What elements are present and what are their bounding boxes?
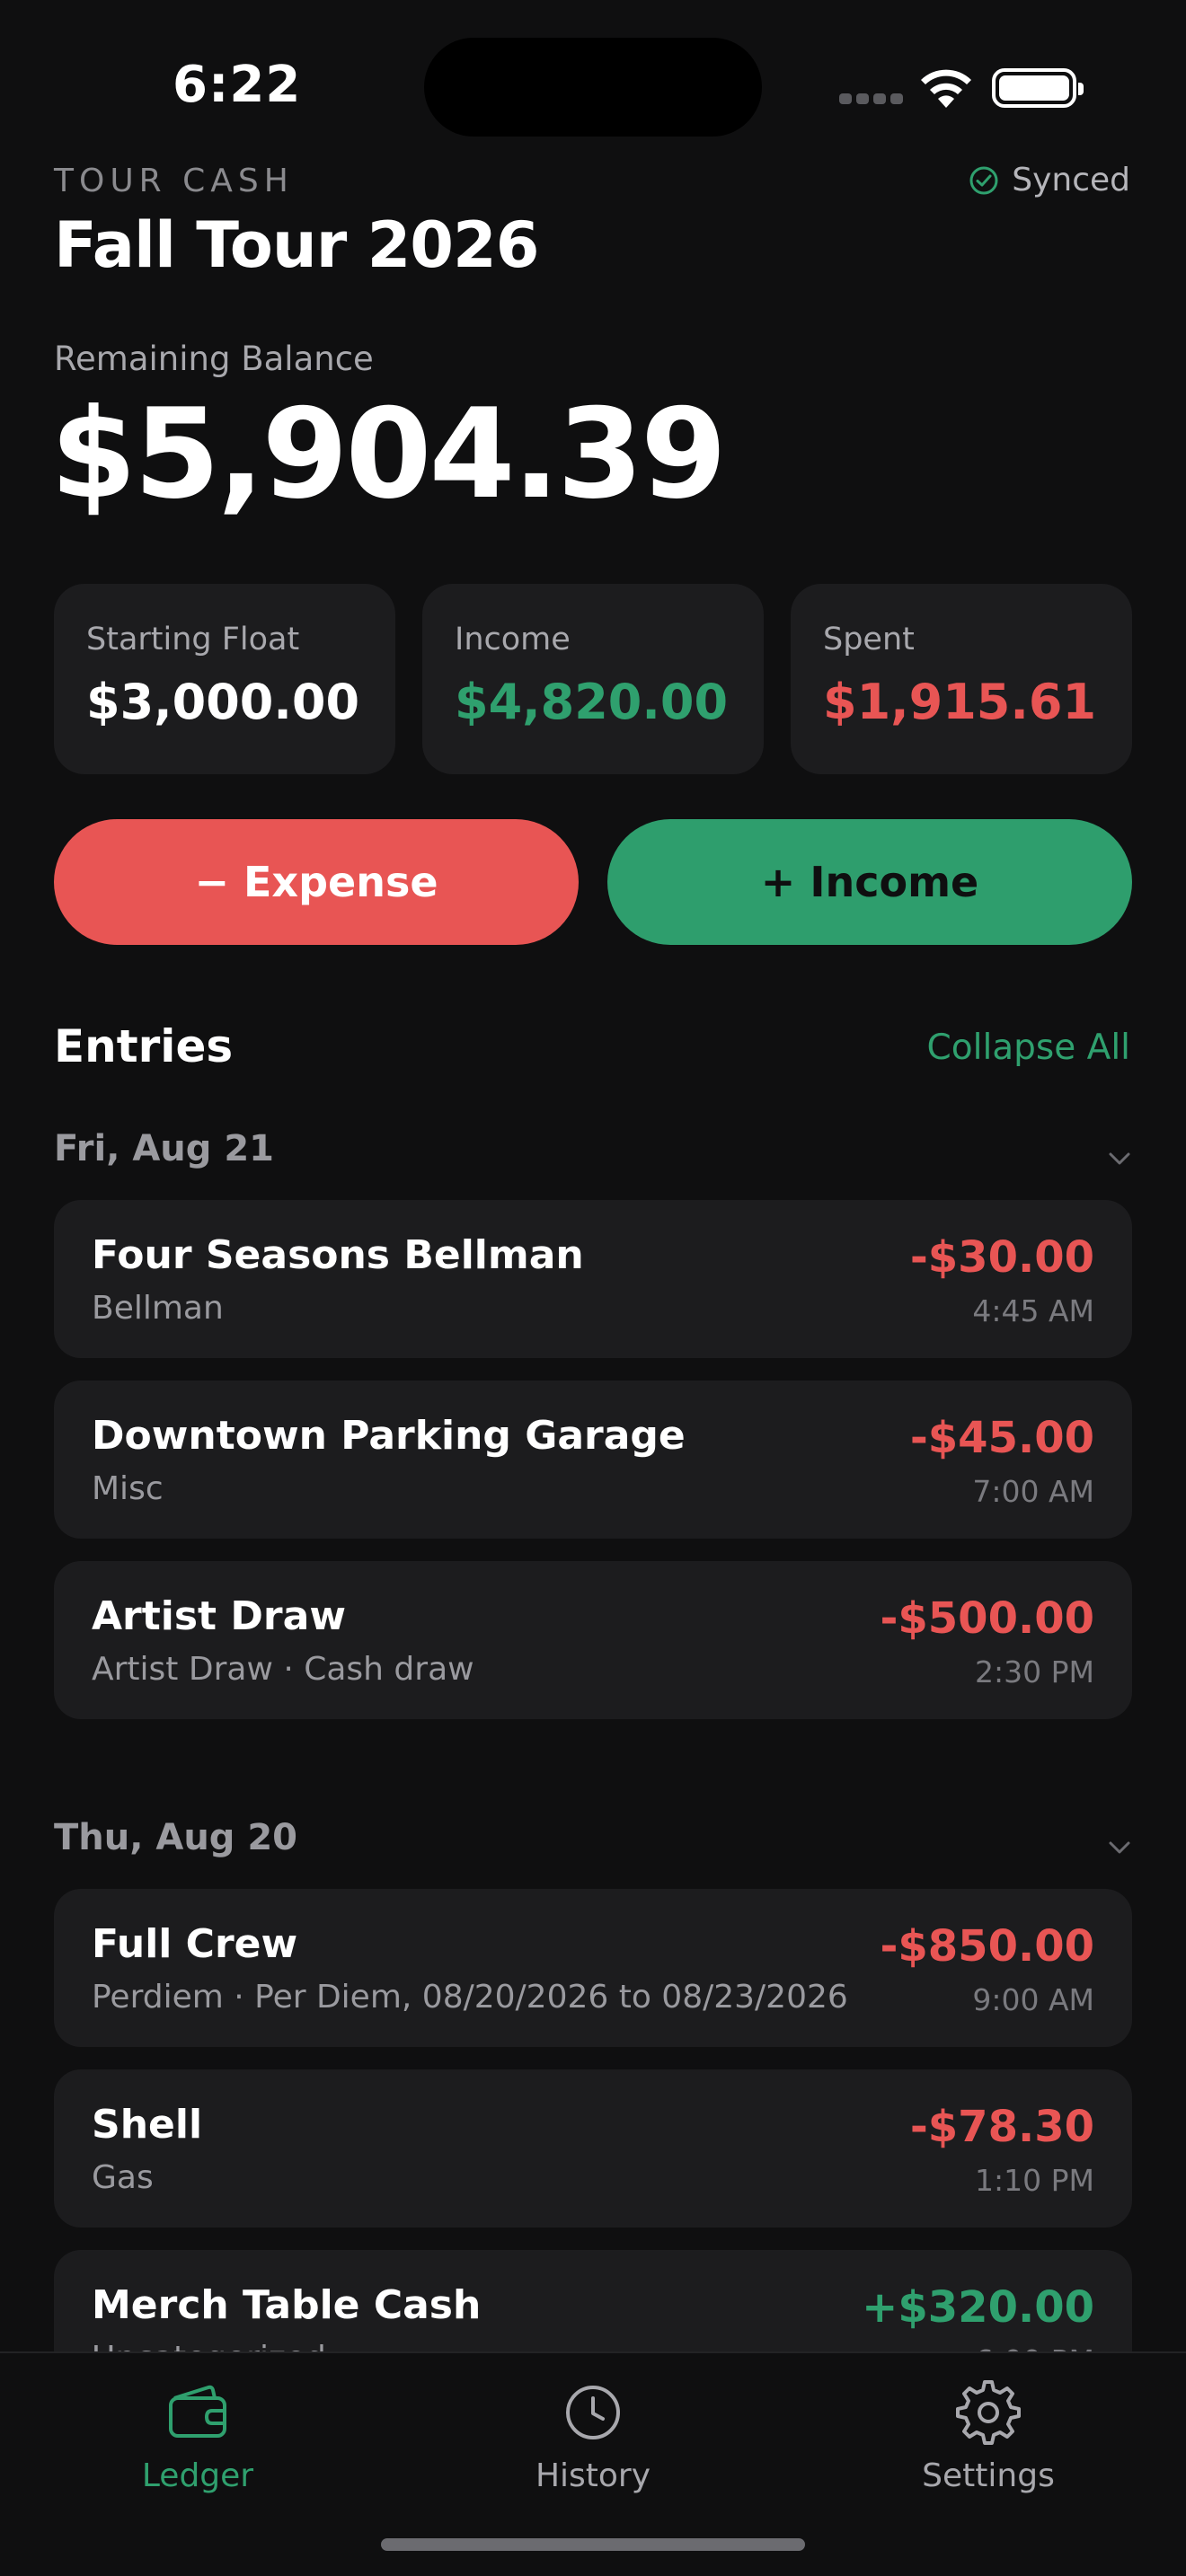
entry-time: 9:00 AM: [972, 1982, 1094, 2017]
tab-history[interactable]: History: [458, 2377, 728, 2494]
sync-status-label: Synced: [1012, 162, 1130, 198]
list-item[interactable]: Full Crew Perdiem · Per Diem, 08/20/2026…: [54, 1889, 1132, 2047]
gear-icon: [956, 2380, 1021, 2445]
battery-icon: [992, 68, 1084, 108]
tab-label: Settings: [922, 2457, 1055, 2494]
app-eyebrow: TOUR CASH: [54, 163, 294, 199]
chevron-down-icon[interactable]: [1107, 1839, 1132, 1857]
clock-icon: [566, 2386, 620, 2439]
chevron-down-icon[interactable]: [1107, 1150, 1132, 1168]
collapse-all-button[interactable]: Collapse All: [927, 1028, 1130, 1068]
group-header[interactable]: Thu, Aug 20: [54, 1803, 1132, 1889]
entry-time: 1:10 PM: [975, 2163, 1094, 2198]
entry-group: Fri, Aug 21 Four Seasons Bellman Bellman…: [0, 1114, 1186, 1719]
entry-title: Shell: [92, 2102, 203, 2148]
entry-subtitle: Perdiem · Per Diem, 08/20/2026 to 08/23/…: [92, 1979, 848, 2016]
list-item[interactable]: Four Seasons Bellman Bellman -$30.00 4:4…: [54, 1200, 1132, 1358]
status-bar: 6:22: [0, 0, 1186, 137]
entry-amount: -$850.00: [880, 1921, 1094, 1972]
tab-label: History: [535, 2457, 651, 2494]
tab-label: Ledger: [141, 2457, 254, 2494]
entry-subtitle: Uncategorized: [92, 2340, 326, 2351]
check-circle-icon: [969, 166, 998, 194]
list-item[interactable]: Shell Gas -$78.30 1:10 PM: [54, 2069, 1132, 2228]
stats-row: Starting Float $3,000.00 Income $4,820.0…: [54, 584, 1132, 774]
balance-label: Remaining Balance: [54, 340, 374, 378]
action-buttons: − Expense + Income: [54, 819, 1132, 945]
entry-title: Merch Table Cash: [92, 2282, 482, 2328]
tab-settings[interactable]: Settings: [854, 2377, 1123, 2494]
stat-label: Starting Float: [86, 622, 300, 657]
entry-time: 2:30 PM: [975, 1654, 1094, 1689]
entry-amount: -$30.00: [909, 1232, 1094, 1283]
dynamic-island: [424, 38, 762, 137]
stat-card-starting-float: Starting Float $3,000.00: [54, 584, 395, 774]
stat-card-income: Income $4,820.00: [422, 584, 764, 774]
tab-ledger[interactable]: Ledger: [63, 2377, 332, 2494]
entry-subtitle: Misc: [92, 1470, 164, 1507]
stat-label: Spent: [823, 622, 915, 657]
wifi-icon: [921, 69, 971, 108]
stat-card-spent: Spent $1,915.61: [791, 584, 1132, 774]
group-header[interactable]: Fri, Aug 21: [54, 1114, 1132, 1200]
group-date: Fri, Aug 21: [54, 1128, 274, 1169]
entry-subtitle: Artist Draw · Cash draw: [92, 1651, 474, 1688]
entry-time: 4:45 AM: [972, 1293, 1094, 1328]
entry-time: 7:00 AM: [972, 1474, 1094, 1509]
entry-title: Four Seasons Bellman: [92, 1232, 584, 1278]
entry-subtitle: Bellman: [92, 1290, 224, 1327]
list-item[interactable]: Artist Draw Artist Draw · Cash draw -$50…: [54, 1561, 1132, 1719]
entry-title: Artist Draw: [92, 1593, 346, 1639]
stat-value: $3,000.00: [86, 674, 360, 730]
status-time: 6:22: [173, 56, 302, 114]
remaining-balance: $5,904.39: [50, 382, 727, 526]
cellular-signal-icon: [839, 93, 903, 106]
entry-title: Full Crew: [92, 1921, 298, 1967]
entry-title: Downtown Parking Garage: [92, 1413, 686, 1459]
entry-amount: -$500.00: [880, 1593, 1094, 1644]
list-item[interactable]: Downtown Parking Garage Misc -$45.00 7:0…: [54, 1381, 1132, 1539]
list-item[interactable]: Merch Table Cash Uncategorized +$320.00 …: [54, 2250, 1132, 2351]
stat-value: $4,820.00: [455, 674, 729, 730]
group-date: Thu, Aug 20: [54, 1817, 298, 1858]
sync-status: Synced: [969, 162, 1130, 198]
wallet-icon: [169, 2385, 226, 2438]
entry-amount: -$78.30: [909, 2102, 1094, 2152]
page-title: Fall Tour 2026: [54, 208, 539, 282]
entry-group: Thu, Aug 20 Full Crew Perdiem · Per Diem…: [0, 1803, 1186, 2351]
entry-subtitle: Gas: [92, 2159, 154, 2196]
add-expense-button[interactable]: − Expense: [54, 819, 579, 945]
entry-amount: +$320.00: [862, 2282, 1094, 2333]
entries-list[interactable]: Fri, Aug 21 Four Seasons Bellman Bellman…: [0, 1114, 1186, 2351]
stat-label: Income: [455, 622, 571, 657]
entry-time: 6:00 PM: [975, 2343, 1094, 2351]
entry-amount: -$45.00: [909, 1413, 1094, 1463]
stat-value: $1,915.61: [823, 674, 1097, 730]
add-income-button[interactable]: + Income: [607, 819, 1132, 945]
home-indicator[interactable]: [381, 2538, 805, 2551]
entries-heading: Entries: [54, 1020, 234, 1072]
